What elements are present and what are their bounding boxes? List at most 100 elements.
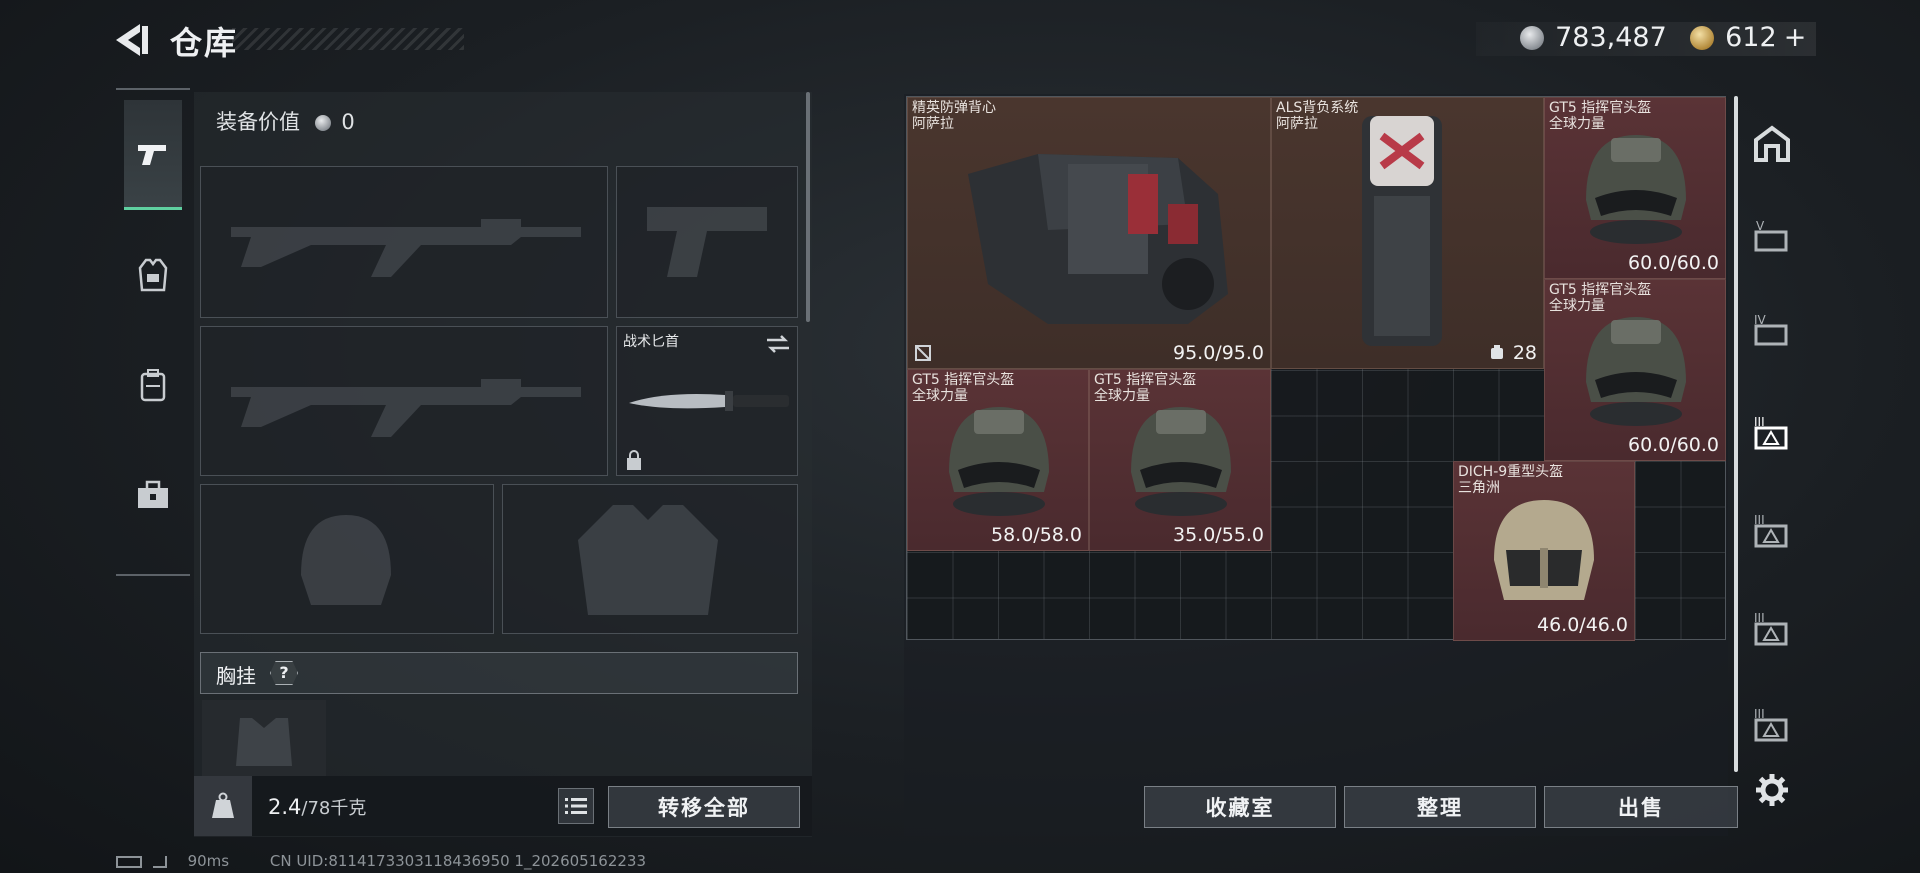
battery-icon	[116, 855, 142, 868]
page-title: 仓库	[170, 24, 239, 62]
helmet-silhouette-icon	[301, 515, 391, 605]
container-iii-icon: III	[1754, 415, 1788, 450]
tab-items[interactable]	[124, 440, 182, 550]
lock-icon	[627, 450, 641, 470]
settings-button[interactable]	[1748, 766, 1796, 814]
chest-rig-silhouette-icon	[236, 718, 292, 766]
tab-armor[interactable]	[124, 220, 182, 330]
collection-room-button[interactable]: 收藏室	[1144, 786, 1336, 828]
equipment-value-amount: 0	[341, 110, 355, 134]
container-tab-iv[interactable]: IV	[1748, 306, 1796, 354]
signal-icon	[152, 855, 167, 868]
no-insure-icon	[915, 345, 931, 361]
list-view-button[interactable]	[558, 788, 594, 824]
chest-rig-label: 胸挂	[216, 664, 256, 688]
helmet-item-icon	[1586, 135, 1686, 244]
uid-text: CN UID:8114173303118436950 1_20260516223…	[269, 852, 646, 870]
container-iv-icon: IV	[1754, 313, 1788, 346]
currency-silver[interactable]: 783,487	[1520, 22, 1667, 53]
container-tab-iii-3[interactable]: III	[1748, 604, 1796, 652]
primary-weapon-slot-2[interactable]	[200, 326, 608, 476]
currency-gold[interactable]: 612 +	[1690, 22, 1806, 53]
item-name: 精英防弹背心	[912, 100, 996, 116]
tab-weapons[interactable]	[124, 100, 182, 210]
knife-label: 战术匕首	[623, 334, 679, 350]
body-armor-slot[interactable]	[502, 484, 798, 634]
swap-icon[interactable]	[765, 333, 791, 355]
stash-item-helmet[interactable]: GT5 指挥官头盔 全球力量 58.0/58.0	[907, 369, 1089, 551]
organize-button[interactable]: 整理	[1344, 786, 1536, 828]
item-name: GT5 指挥官头盔	[1549, 282, 1652, 298]
back-button[interactable]	[112, 20, 156, 60]
equipment-value-label: 装备价值	[216, 110, 300, 134]
container-tab-iii-active[interactable]: III	[1748, 408, 1796, 456]
stash-item-backpack[interactable]: ALS背负系统 阿萨拉 28	[1271, 97, 1544, 369]
heavy-helmet-item-icon	[1494, 500, 1594, 600]
container-iii-icon: III	[1754, 707, 1788, 742]
container-tab-v[interactable]: V	[1748, 212, 1796, 260]
ping-text: 90ms	[187, 852, 230, 870]
equipment-value: 装备价值 0	[216, 106, 355, 136]
transfer-all-button[interactable]: 转移全部	[608, 786, 800, 828]
helmet-item-icon	[1131, 407, 1231, 516]
help-button[interactable]: ?	[270, 661, 298, 685]
back-arrow-icon	[116, 24, 148, 56]
rifle-silhouette-icon	[231, 219, 581, 277]
backpack-icon	[140, 369, 166, 402]
title-decoration	[232, 28, 464, 50]
item-durability: 35.0/55.0	[1172, 524, 1264, 546]
item-durability: 95.0/95.0	[1172, 342, 1264, 364]
stash-scrollbar[interactable]	[1734, 96, 1738, 772]
container-tab-iii-2[interactable]: III	[1748, 506, 1796, 554]
item-origin: 阿萨拉	[912, 116, 954, 132]
weight-text: 2.4/78千克	[268, 794, 366, 820]
stash-item-helmet[interactable]: GT5 指挥官头盔 全球力量 60.0/60.0	[1544, 279, 1726, 461]
container-tab-home[interactable]	[1748, 120, 1796, 168]
silver-amount: 783,487	[1555, 22, 1667, 53]
item-name: GT5 指挥官头盔	[1094, 372, 1197, 388]
silver-coin-icon	[314, 115, 331, 131]
pistol-icon	[138, 144, 166, 165]
armor-vest-item-icon	[968, 154, 1228, 324]
container-iii-icon: III	[1754, 611, 1788, 646]
item-durability: 46.0/46.0	[1536, 614, 1628, 636]
armor-vest-icon	[138, 258, 168, 292]
container-iii-icon: III	[1754, 513, 1788, 548]
item-name: DICH-9重型头盔	[1458, 464, 1564, 480]
tactical-knife-icon	[629, 391, 789, 411]
stash-item-helmet[interactable]: GT5 指挥官头盔 全球力量 60.0/60.0	[1544, 97, 1726, 279]
knife-slot[interactable]: 战术匕首	[616, 326, 798, 476]
pistol-silhouette-icon	[647, 207, 767, 277]
silver-coin-icon	[1520, 25, 1544, 50]
add-gold-button[interactable]: +	[1784, 22, 1807, 53]
stash-item-helmet[interactable]: GT5 指挥官头盔 全球力量 35.0/55.0	[1089, 369, 1271, 551]
armor-silhouette-icon	[578, 505, 718, 615]
home-icon	[1754, 125, 1790, 162]
equipment-scrollbar[interactable]	[806, 92, 810, 322]
sell-button[interactable]: 出售	[1544, 786, 1738, 828]
secondary-weapon-slot[interactable]	[616, 166, 798, 318]
chest-rig-slot[interactable]	[202, 700, 326, 776]
helmet-item-icon	[1586, 317, 1686, 426]
capacity-icon	[1491, 345, 1503, 359]
container-v-icon: V	[1754, 219, 1788, 252]
backpack-item-icon	[1362, 116, 1442, 346]
status-strip: 90ms CN UID:8114173303118436950 1_202605…	[116, 852, 646, 870]
list-icon	[565, 798, 587, 814]
item-durability: 58.0/58.0	[990, 524, 1082, 546]
weight-icon	[212, 792, 234, 818]
container-tab-iii-4[interactable]: III	[1748, 700, 1796, 748]
primary-weapon-slot-1[interactable]	[200, 166, 608, 318]
tab-backpack[interactable]	[124, 330, 182, 440]
helmet-slot[interactable]	[200, 484, 494, 634]
stash-grid: 精英防弹背心 阿萨拉 95.0/95.0 ALS背负系统 阿萨拉 28 GT5 …	[906, 96, 1726, 641]
stash-item-armor-vest[interactable]: 精英防弹背心 阿萨拉 95.0/95.0	[907, 97, 1271, 369]
item-durability: 60.0/60.0	[1627, 434, 1719, 456]
item-name: GT5 指挥官头盔	[1549, 100, 1652, 116]
gold-amount: 612	[1725, 22, 1777, 53]
weight-max: /78千克	[301, 798, 367, 819]
rifle-silhouette-icon	[231, 379, 581, 437]
stash-item-heavy-helmet[interactable]: DICH-9重型头盔 三角洲 46.0/46.0	[1453, 461, 1635, 641]
item-name-lines: 精英防弹背心 阿萨拉	[912, 100, 996, 132]
item-capacity: 28	[1512, 342, 1537, 364]
